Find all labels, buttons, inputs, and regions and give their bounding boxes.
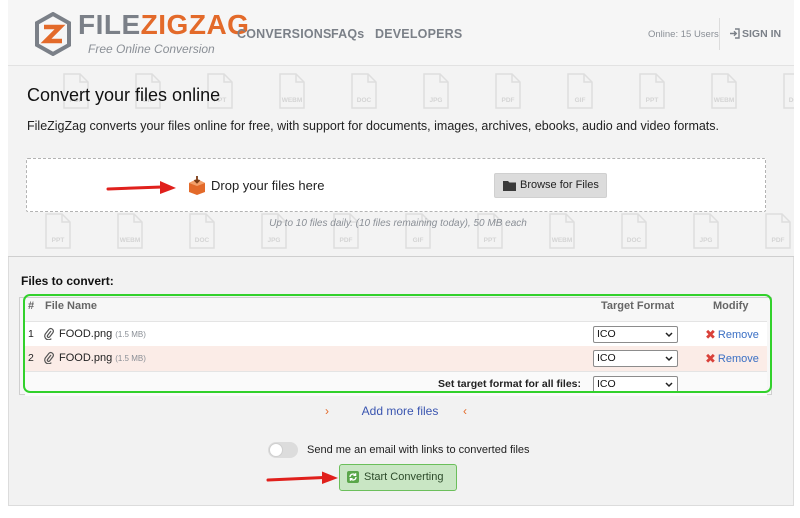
target-format-select[interactable]: ICO [593,350,678,367]
chevron-down-icon [665,382,673,388]
red-arrow-annotation [266,471,338,484]
sign-in-label: SIGN IN [742,28,782,40]
table-row: 2 FOOD.png (1.5 MB) ICO ✖ Remove [25,346,767,371]
convert-cycle-icon [347,471,359,483]
bg-file-icon: WEBM [279,73,305,109]
chevron-left-icon: ‹ [463,404,467,418]
bg-file-icon: PPT [639,73,665,109]
bg-file-icon: PDF [495,73,521,109]
bg-file-icon-label: PPT [484,237,497,244]
filezigzag-logo-icon[interactable] [34,12,72,56]
site-header: FILEZIGZAG Free Online Conversion CONVER… [8,0,794,66]
close-icon: ✖ [705,327,716,342]
browse-files-label: Browse for Files [520,179,599,191]
sign-in-link[interactable]: SIGN IN [729,28,781,40]
bg-file-icon-label: WEBM [282,97,303,104]
row-index: 1 [28,328,34,340]
file-size: (1.5 MB) [115,330,146,339]
online-users-status: Online: 15 Users [648,29,719,40]
file-name: FOOD.png (1.5 MB) [59,352,146,364]
page-title: Convert your files online [27,85,221,105]
target-format-value: ICO [597,328,616,340]
brand-name-part1: FILE [78,9,141,40]
file-name: FOOD.png (1.5 MB) [59,328,146,340]
folder-icon [503,181,516,191]
start-converting-button[interactable]: Start Converting [339,464,457,491]
email-toggle-label: Send me an email with links to converted… [307,444,530,456]
set-all-format-label: Set target format for all files: [438,378,581,390]
bg-file-icon-label: JPG [699,237,712,244]
bg-file-icon: JPG [423,73,449,109]
browse-files-button[interactable]: Browse for Files [494,173,607,198]
column-header-target-format: Target Format [601,300,675,312]
bg-file-icon: DOC [783,73,794,109]
bg-file-icon-label: JPG [267,237,280,244]
bg-file-icon-label: DOC [357,97,372,104]
bg-file-icon-label: PPT [646,97,659,104]
file-name-text: FOOD.png [59,328,113,340]
set-all-format-row: Set target format for all files: ICO [25,371,767,396]
bg-file-icon: DOC [351,73,377,109]
sign-in-icon [730,28,740,39]
bg-file-icon-label: PDF [340,237,353,244]
start-converting-label: Start Converting [364,471,444,483]
bg-file-icon-label: JPG [429,97,442,104]
nav-faqs[interactable]: FAQs [331,27,364,41]
file-name-text: FOOD.png [59,352,113,364]
remove-file-button[interactable]: ✖ Remove [705,327,759,343]
bg-file-icon-label: DOC [195,237,210,244]
page-description: FileZigZag converts your files online fo… [27,119,719,133]
bg-file-icon-label: PPT [52,237,65,244]
drop-files-text: Drop your files here [211,178,325,193]
file-size: (1.5 MB) [115,354,146,363]
bg-file-icon: GIF [567,73,593,109]
upload-limits-note: Up to 10 files daily. (10 files remainin… [269,218,527,229]
bg-file-icon: WEBM [711,73,737,109]
files-section-title: Files to convert: [21,274,114,288]
download-box-icon [189,176,205,195]
column-header-index: # [28,300,35,312]
nav-conversions[interactable]: CONVERSIONS [237,27,332,41]
add-more-files-link[interactable]: Add more files [300,404,500,418]
chevron-down-icon [665,356,673,362]
bg-file-icon-label: WEBM [714,97,735,104]
table-row: 1 FOOD.png (1.5 MB) ICO ✖ Remove [25,321,767,346]
set-all-format-select[interactable]: ICO [593,376,678,393]
brand-tagline: Free Online Conversion [88,42,215,56]
bg-file-icon-label: GIF [575,97,586,104]
column-header-file-name: File Name [45,300,97,312]
chevron-down-icon [665,332,673,338]
paperclip-icon [44,352,54,364]
hero-section: PDF GIF PPT WEBM DOC JPG PDF GIF PPT WEBM DOC JPG P… [8,66,794,257]
brand-name-part2: ZIGZAG [140,9,250,40]
remove-file-button[interactable]: ✖ Remove [705,351,759,367]
target-format-value: ICO [597,352,616,364]
bg-file-icon-label: PDF [502,97,515,104]
bg-file-icon-label: WEBM [120,237,141,244]
brand-name[interactable]: FILEZIGZAG [78,10,249,40]
bg-file-icon-label: GIF [413,237,424,244]
red-arrow-annotation [106,181,176,194]
close-icon: ✖ [705,351,716,366]
header-divider [719,18,720,50]
remove-label: Remove [717,329,759,341]
email-toggle[interactable] [268,442,298,458]
bg-file-icon-label: DOC [789,97,794,104]
toggle-knob [269,443,283,457]
target-format-select[interactable]: ICO [593,326,678,343]
bg-file-icon-label: DOC [627,237,642,244]
column-header-modify: Modify [713,300,749,312]
nav-developers[interactable]: DEVELOPERS [375,27,462,41]
row-index: 2 [28,352,34,364]
remove-label: Remove [717,353,759,365]
bg-file-icon-label: PDF [772,237,785,244]
set-all-format-value: ICO [597,378,616,390]
paperclip-icon [44,328,54,340]
bg-file-icon-label: WEBM [552,237,573,244]
